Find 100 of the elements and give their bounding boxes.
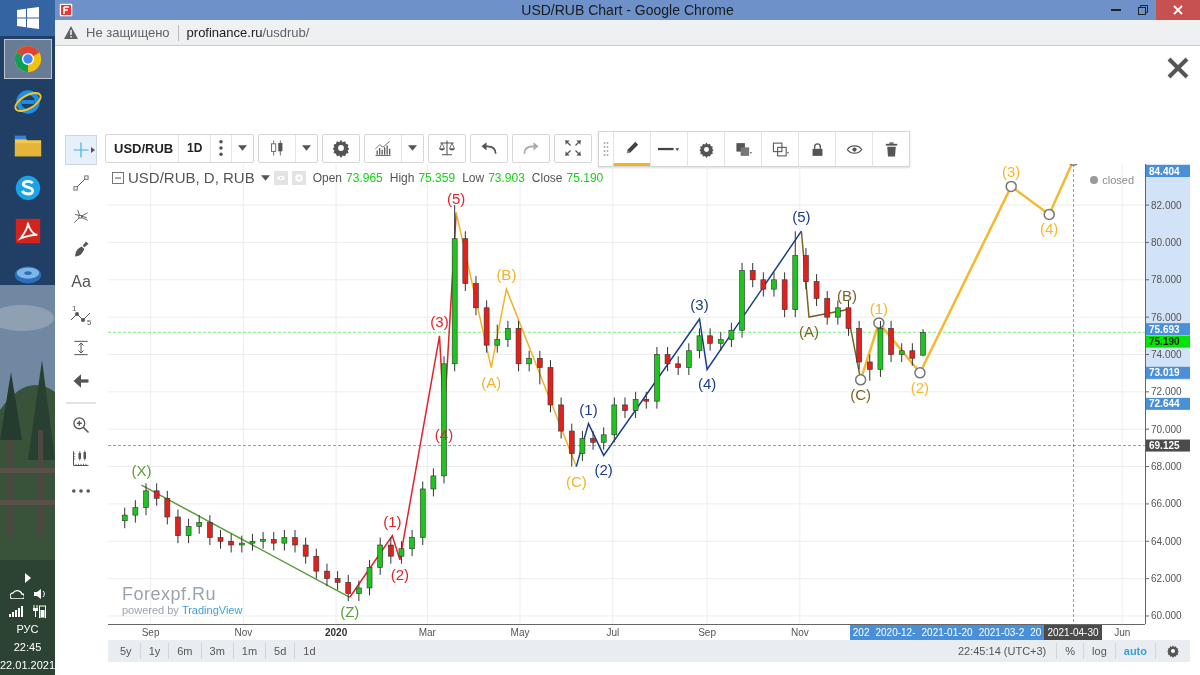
candle bbox=[760, 271, 767, 298]
candle bbox=[728, 322, 735, 348]
candle bbox=[643, 391, 650, 410]
candle bbox=[537, 350, 543, 385]
ohlc-value: 75.190 bbox=[566, 170, 604, 185]
wave-label: (5) bbox=[792, 208, 811, 226]
candle bbox=[164, 490, 171, 525]
scale-option-button[interactable]: % bbox=[1056, 643, 1084, 659]
range-button[interactable]: 1y bbox=[139, 643, 169, 659]
candle bbox=[813, 273, 820, 307]
symbol-title: USD/RUB, D, RUB bbox=[128, 169, 255, 186]
range-button[interactable]: 1d bbox=[294, 643, 324, 659]
price-scale-label: 62.000 bbox=[1151, 573, 1182, 585]
measure-icon bbox=[71, 338, 91, 358]
interval-button[interactable]: 1D bbox=[178, 134, 211, 162]
ohlc-label: Low bbox=[462, 170, 485, 185]
wave-label: (4) bbox=[697, 375, 717, 393]
settings-icon bbox=[1166, 644, 1180, 658]
price-scale-label: 78.000 bbox=[1151, 274, 1182, 286]
chart-settings-button[interactable] bbox=[322, 133, 361, 163]
time-marker: 2021-04-30 bbox=[1044, 625, 1102, 640]
language-indicator[interactable]: РУС bbox=[16, 623, 39, 636]
range-button[interactable]: 5y bbox=[112, 643, 140, 659]
price-scale-label: 66.000 bbox=[1151, 498, 1182, 510]
wave-label: (1) bbox=[579, 400, 598, 418]
price-scale-label: 82.000 bbox=[1151, 199, 1182, 211]
anchor-point[interactable] bbox=[854, 374, 867, 386]
candle bbox=[600, 426, 607, 451]
address-bar-url[interactable]: profinance.ru/usdrub/ bbox=[186, 25, 310, 40]
start-button[interactable] bbox=[0, 0, 55, 36]
candle bbox=[345, 574, 352, 602]
warning-icon bbox=[64, 26, 78, 39]
candle bbox=[239, 535, 245, 553]
caret-icon bbox=[260, 174, 270, 181]
candle bbox=[270, 531, 277, 552]
clock-date: 22.01.2021 bbox=[0, 659, 55, 672]
minimize-icon bbox=[1110, 9, 1121, 11]
pencil-button[interactable] bbox=[613, 132, 651, 166]
chevron-icon bbox=[23, 573, 32, 583]
range-button[interactable]: 5d bbox=[265, 643, 295, 659]
candle bbox=[281, 529, 288, 552]
anchor-point[interactable] bbox=[1043, 208, 1055, 221]
range-button[interactable]: 1m bbox=[232, 643, 266, 659]
ohlc-label: Close bbox=[531, 170, 563, 185]
candle bbox=[324, 563, 330, 587]
wave-label: (2) bbox=[910, 378, 930, 396]
candle bbox=[547, 359, 554, 413]
candle bbox=[707, 327, 713, 352]
fullscreen-button[interactable] bbox=[554, 133, 593, 163]
time-scale-label: Jun bbox=[1114, 627, 1131, 638]
candle bbox=[664, 346, 671, 372]
candle bbox=[356, 580, 362, 602]
candle bbox=[909, 342, 916, 367]
candle bbox=[632, 391, 639, 419]
anchor-point[interactable] bbox=[1005, 180, 1017, 193]
candle bbox=[888, 320, 894, 363]
trend-line-icon bbox=[71, 173, 91, 193]
scales-icon bbox=[437, 138, 458, 158]
wave-label: (3) bbox=[690, 296, 709, 313]
candle bbox=[749, 262, 756, 288]
clock-time: 22:45 bbox=[13, 641, 42, 654]
taskbar-app-button[interactable] bbox=[3, 39, 52, 79]
caret-icon bbox=[302, 145, 312, 151]
candle bbox=[121, 507, 128, 529]
windows-logo-icon bbox=[16, 7, 39, 29]
ohlc-label: High bbox=[389, 170, 415, 185]
candle bbox=[771, 271, 777, 298]
cloud-icon bbox=[9, 589, 24, 599]
candle bbox=[196, 514, 203, 535]
range-button[interactable]: 6m bbox=[168, 643, 201, 659]
close-window-button[interactable] bbox=[1156, 0, 1200, 20]
candle bbox=[696, 327, 703, 359]
compare-button[interactable] bbox=[428, 133, 467, 163]
anchor-point[interactable] bbox=[873, 317, 885, 329]
anchor-point[interactable] bbox=[914, 367, 926, 379]
wave-label: (2) bbox=[390, 565, 410, 583]
close-button[interactable] bbox=[1166, 56, 1190, 80]
wave-label: (Z) bbox=[340, 603, 360, 621]
price-scale-label: 72.000 bbox=[1151, 386, 1182, 398]
candle bbox=[898, 342, 905, 363]
restore-icon bbox=[1137, 5, 1148, 15]
time-scale-label: Mar bbox=[418, 627, 436, 638]
time-scale-label: Sep bbox=[141, 627, 160, 638]
wave-label: (B) bbox=[496, 266, 517, 284]
candle bbox=[920, 328, 926, 357]
price-scale-label: 68.000 bbox=[1151, 461, 1182, 473]
scale-option-button[interactable]: log bbox=[1083, 643, 1115, 659]
wave-label: (X) bbox=[131, 462, 152, 480]
ohlc-value: 73.965 bbox=[346, 170, 383, 185]
symbol-field[interactable]: USD/RUB bbox=[106, 134, 178, 162]
security-status[interactable]: Не защищено bbox=[86, 25, 170, 40]
more-icon bbox=[219, 140, 224, 156]
price-scale-label: 64.000 bbox=[1151, 535, 1182, 547]
candle bbox=[515, 320, 522, 372]
undo-button[interactable] bbox=[470, 133, 509, 163]
candle bbox=[867, 354, 873, 382]
range-button[interactable]: 3m bbox=[200, 643, 233, 659]
ref-line-label: 69.125 bbox=[1149, 440, 1181, 452]
candle bbox=[494, 324, 501, 354]
wave-label: (1) bbox=[383, 512, 402, 530]
